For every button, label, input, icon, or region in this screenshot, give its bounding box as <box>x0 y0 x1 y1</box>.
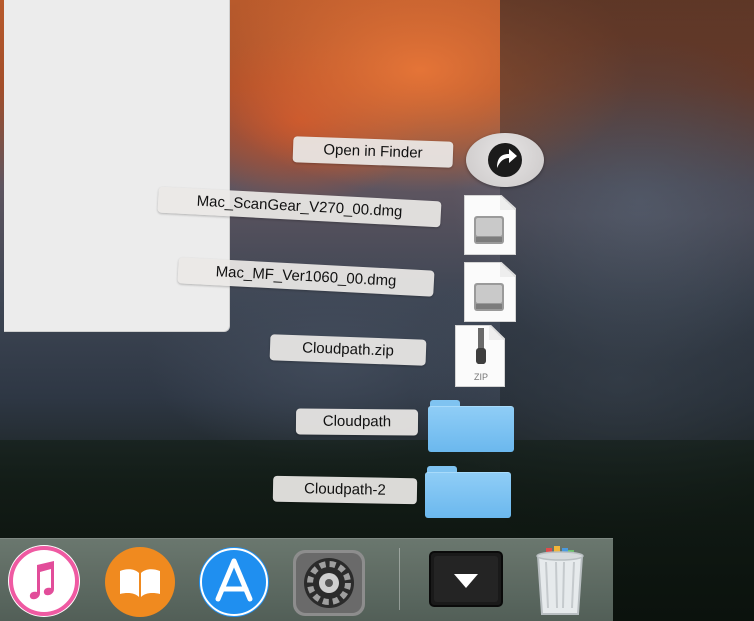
open-in-finder-label[interactable]: Open in Finder <box>292 136 454 168</box>
open-in-finder-button[interactable] <box>466 133 544 187</box>
system-preferences-icon[interactable] <box>291 548 367 618</box>
itunes-icon[interactable] <box>6 543 82 619</box>
folder-icon[interactable] <box>425 466 511 520</box>
stack-item-label-cloudpath[interactable]: Cloudpath <box>295 408 419 436</box>
folder-icon[interactable] <box>428 400 514 454</box>
dock-divider <box>399 548 400 610</box>
trash-icon[interactable] <box>524 542 596 618</box>
dmg-file-icon[interactable] <box>462 260 518 324</box>
disk-image-icon <box>474 283 504 311</box>
dmg-file-icon[interactable] <box>462 193 518 257</box>
stack-item-label-cloudpath-zip[interactable]: Cloudpath.zip <box>269 334 427 366</box>
zip-file-icon[interactable]: ZIP <box>453 323 509 389</box>
disk-image-icon <box>474 216 504 244</box>
ibooks-icon[interactable] <box>102 545 178 619</box>
curved-arrow-icon <box>488 143 522 177</box>
zip-badge: ZIP <box>473 372 488 382</box>
app-store-icon[interactable] <box>196 545 272 619</box>
downloads-stack-icon[interactable] <box>428 550 504 608</box>
stack-item-label-cloudpath-2[interactable]: Cloudpath-2 <box>272 475 418 505</box>
